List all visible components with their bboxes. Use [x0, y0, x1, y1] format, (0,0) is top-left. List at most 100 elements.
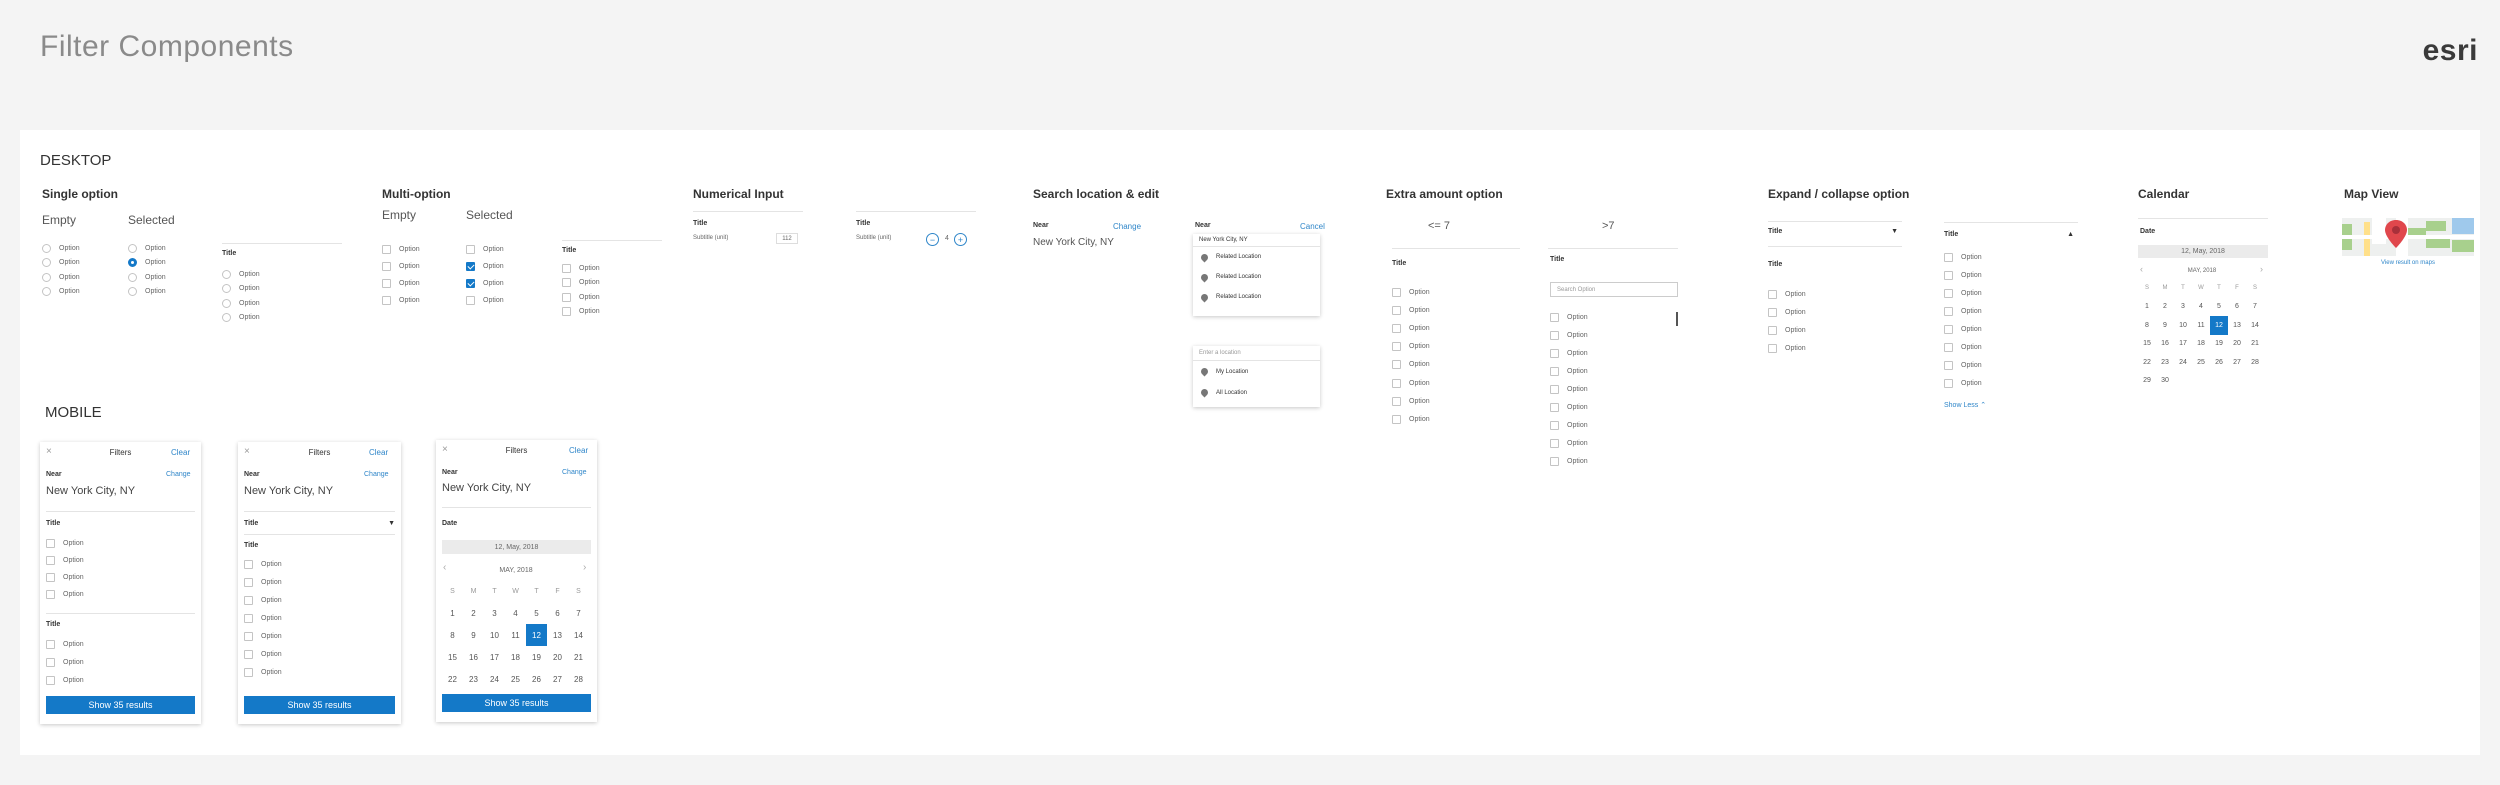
checkbox-option[interactable]: Option: [244, 609, 282, 627]
calendar-day[interactable]: 19: [2210, 335, 2228, 354]
radio-option[interactable]: Option: [128, 241, 166, 256]
calendar-day[interactable]: 25: [505, 668, 526, 690]
checkbox-option[interactable]: Option: [1944, 320, 1982, 338]
checkbox-option[interactable]: Option: [1550, 434, 1588, 452]
related-location-item[interactable]: Related Location: [1193, 267, 1320, 287]
checkbox-option[interactable]: Option: [244, 681, 282, 683]
collapsed-group-header[interactable]: Title ▼: [244, 520, 395, 527]
checkbox-option[interactable]: Option: [382, 275, 420, 292]
calendar-day[interactable]: 27: [547, 668, 568, 690]
calendar-day[interactable]: 10: [484, 624, 505, 646]
radio-option[interactable]: Option: [128, 285, 166, 300]
calendar-day[interactable]: 18: [2192, 335, 2210, 354]
calendar-day[interactable]: 28: [568, 668, 589, 690]
checkbox-option[interactable]: Option: [1944, 356, 1982, 374]
checkbox-option[interactable]: Option: [1550, 344, 1588, 362]
stepper-minus-button[interactable]: −: [926, 233, 939, 246]
checkbox-option[interactable]: Option: [1392, 338, 1430, 356]
view-on-maps-link[interactable]: View result on maps: [2342, 260, 2474, 266]
related-location-item[interactable]: Related Location: [1193, 287, 1320, 307]
calendar-day[interactable]: 16: [463, 646, 484, 668]
checkbox-option[interactable]: Option: [1392, 410, 1430, 428]
checkbox-option[interactable]: Option: [1392, 301, 1430, 319]
calendar-day[interactable]: 15: [442, 646, 463, 668]
stepper-plus-button[interactable]: +: [954, 233, 967, 246]
calendar-day[interactable]: 24: [484, 668, 505, 690]
radio-option[interactable]: Option: [42, 256, 80, 271]
checkbox-option[interactable]: Option: [1550, 398, 1588, 416]
calendar-prev-chevron-icon[interactable]: ‹: [443, 562, 446, 573]
collapsed-group-header[interactable]: Title ▼: [1768, 228, 1898, 235]
calendar-day[interactable]: 5: [2210, 298, 2228, 317]
show-less-link[interactable]: Show Less ⌃: [1944, 401, 1986, 409]
checkbox-option[interactable]: Option: [382, 292, 420, 309]
calendar-day-selected[interactable]: 12: [526, 624, 547, 646]
calendar-next-chevron-icon[interactable]: ›: [2260, 264, 2263, 274]
checkbox-option[interactable]: Option: [1550, 326, 1588, 344]
calendar-day[interactable]: 24: [2174, 353, 2192, 372]
my-location-item[interactable]: My Location: [1193, 361, 1320, 382]
calendar-day[interactable]: 29: [2138, 372, 2156, 391]
change-link[interactable]: Change: [562, 469, 587, 476]
calendar-day[interactable]: 26: [526, 668, 547, 690]
checkbox-option[interactable]: Option: [244, 663, 282, 681]
checkbox-option[interactable]: Option: [244, 627, 282, 645]
checkbox-option[interactable]: Option: [1944, 266, 1982, 284]
checkbox-option[interactable]: Option: [244, 645, 282, 663]
calendar-day[interactable]: 17: [484, 646, 505, 668]
calendar-day[interactable]: 22: [2138, 353, 2156, 372]
checkbox-option[interactable]: Option: [1768, 285, 1806, 303]
checkbox-option-checked[interactable]: Option: [466, 258, 504, 275]
calendar-date-field[interactable]: 12, May, 2018: [2138, 245, 2268, 258]
checkbox-option[interactable]: Option: [1768, 303, 1806, 321]
calendar-day[interactable]: 10: [2174, 316, 2192, 335]
radio-option[interactable]: Option: [222, 296, 260, 311]
checkbox-option[interactable]: Option: [562, 261, 600, 276]
checkbox-option[interactable]: Option: [1550, 380, 1588, 398]
checkbox-option[interactable]: Option: [562, 290, 600, 305]
enter-location-input[interactable]: Enter a location: [1193, 346, 1320, 361]
checkbox-option[interactable]: Option: [1392, 356, 1430, 374]
calendar-day[interactable]: 17: [2174, 335, 2192, 354]
calendar-day[interactable]: 23: [2156, 353, 2174, 372]
numerical-value-input[interactable]: 112: [776, 233, 798, 244]
checkbox-option[interactable]: Option: [1550, 362, 1588, 380]
date-field[interactable]: 12, May, 2018: [442, 540, 591, 554]
calendar-day[interactable]: 13: [547, 624, 568, 646]
calendar-day[interactable]: 11: [2192, 316, 2210, 335]
checkbox-option[interactable]: Option: [1392, 283, 1430, 301]
clear-button[interactable]: Clear: [171, 448, 190, 457]
checkbox-option[interactable]: Option: [46, 671, 84, 689]
calendar-day[interactable]: 25: [2192, 353, 2210, 372]
checkbox-option[interactable]: Option: [1944, 284, 1982, 302]
calendar-day[interactable]: 4: [505, 602, 526, 624]
radio-option[interactable]: Option: [128, 270, 166, 285]
calendar-day[interactable]: 11: [505, 624, 526, 646]
checkbox-option-checked[interactable]: Option: [466, 275, 504, 292]
checkbox-option[interactable]: Option: [46, 535, 84, 552]
radio-option-selected[interactable]: Option: [128, 256, 166, 271]
cancel-link[interactable]: Cancel: [1300, 222, 1325, 231]
calendar-day[interactable]: 9: [2156, 316, 2174, 335]
radio-option[interactable]: Option: [42, 241, 80, 256]
clear-button[interactable]: Clear: [569, 446, 588, 455]
change-link[interactable]: Change: [364, 471, 389, 478]
calendar-day[interactable]: 14: [568, 624, 589, 646]
calendar-day[interactable]: 20: [2228, 335, 2246, 354]
calendar-day[interactable]: 15: [2138, 335, 2156, 354]
calendar-next-chevron-icon[interactable]: ›: [583, 562, 586, 573]
checkbox-option[interactable]: Option: [1550, 452, 1588, 470]
option-search-input[interactable]: Search Option: [1550, 282, 1678, 297]
checkbox-option[interactable]: Option: [466, 292, 504, 309]
calendar-day[interactable]: 27: [2228, 353, 2246, 372]
clear-button[interactable]: Clear: [369, 448, 388, 457]
calendar-day[interactable]: 1: [2138, 298, 2156, 317]
radio-option[interactable]: Option: [222, 311, 260, 326]
show-results-button[interactable]: Show 35 results: [244, 696, 395, 714]
map-thumbnail[interactable]: [2342, 218, 2474, 256]
calendar-day[interactable]: 4: [2192, 298, 2210, 317]
checkbox-option[interactable]: Option: [46, 586, 84, 603]
calendar-day[interactable]: 5: [526, 602, 547, 624]
checkbox-option[interactable]: Option: [1392, 374, 1430, 392]
checkbox-option[interactable]: Option: [1944, 338, 1982, 356]
